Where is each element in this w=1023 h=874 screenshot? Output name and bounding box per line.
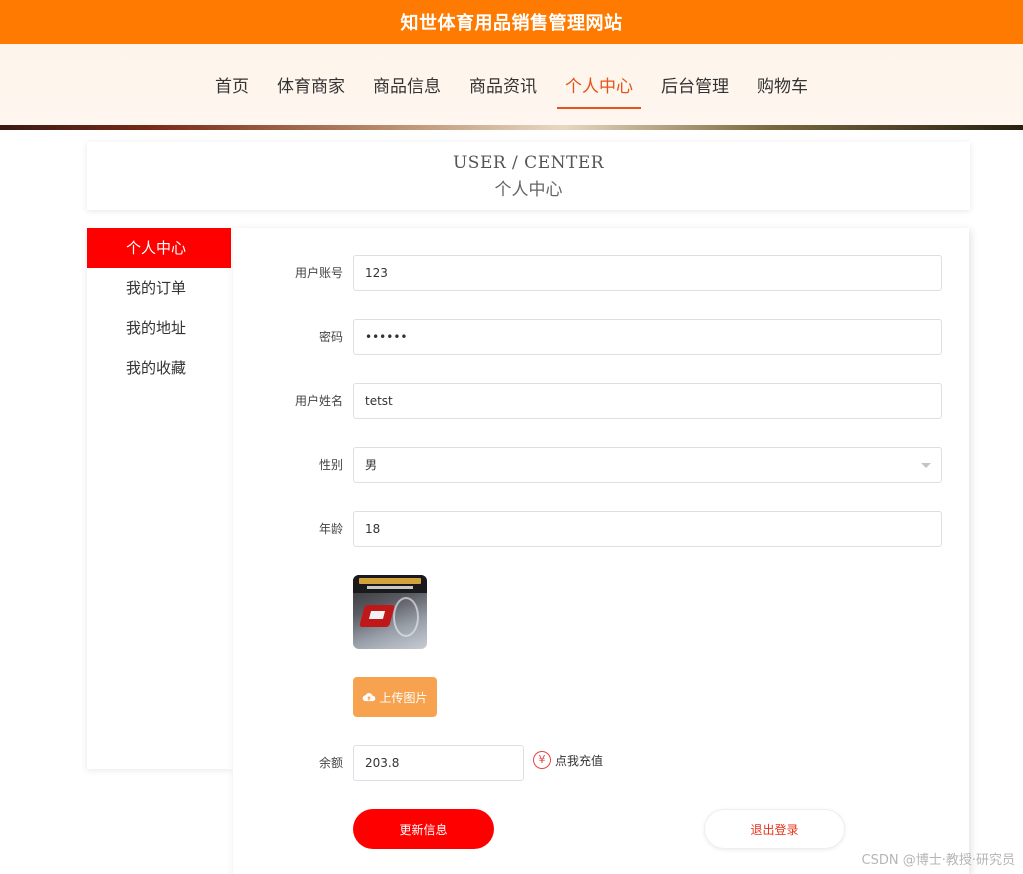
site-title: 知世体育用品销售管理网站: [400, 13, 623, 34]
user-center-sidebar: 个人中心 我的订单 我的地址 我的收藏: [87, 228, 233, 769]
logout-button[interactable]: 退出登录: [704, 809, 845, 849]
age-row: 年龄: [233, 511, 969, 547]
profile-form-panel: 用户账号 密码 •••••• 用户姓名 性别 男 年龄 上传图片 余额: [233, 228, 969, 874]
cloud-upload-icon: [363, 693, 376, 702]
nav-item-products[interactable]: 商品信息: [359, 67, 455, 107]
top-header-bar: 知世体育用品销售管理网站: [0, 0, 1023, 44]
upload-image-button[interactable]: 上传图片: [353, 677, 437, 717]
recharge-link[interactable]: ¥ 点我充值: [533, 751, 603, 769]
account-input[interactable]: [353, 255, 942, 291]
password-row: 密码 ••••••: [233, 319, 969, 355]
sidebar-item-favorites[interactable]: 我的收藏: [87, 348, 233, 388]
main-navigation: 首页 体育商家 商品信息 商品资讯 个人中心 后台管理 购物车: [0, 44, 1023, 130]
name-label: 用户姓名: [294, 394, 343, 408]
update-info-button[interactable]: 更新信息: [353, 809, 494, 849]
nav-item-admin[interactable]: 后台管理: [647, 67, 743, 107]
nav-item-news[interactable]: 商品资讯: [455, 67, 551, 107]
recharge-label: 点我充值: [555, 753, 604, 768]
page-title-chinese: 个人中心: [494, 180, 563, 200]
gender-selected-value: 男: [365, 458, 378, 472]
nav-item-merchants[interactable]: 体育商家: [263, 67, 359, 107]
gender-label: 性别: [318, 458, 343, 472]
csdn-watermark: CSDN @博士·教授·研究员: [861, 853, 1015, 868]
name-input[interactable]: [353, 383, 942, 419]
name-row: 用户姓名: [233, 383, 969, 419]
password-label: 密码: [318, 330, 343, 344]
page-title-english: USER / CENTER: [452, 153, 605, 173]
account-row: 用户账号: [233, 255, 969, 291]
sidebar-item-orders[interactable]: 我的订单: [87, 268, 233, 308]
account-label: 用户账号: [294, 266, 343, 280]
password-input[interactable]: ••••••: [353, 319, 942, 355]
page-title-banner: USER / CENTER 个人中心: [87, 142, 970, 210]
gender-row: 性别 男: [233, 447, 969, 483]
decorative-banner-strip: [0, 125, 1023, 130]
age-label: 年龄: [318, 522, 343, 536]
nav-item-cart[interactable]: 购物车: [743, 67, 822, 107]
balance-input[interactable]: [353, 745, 524, 781]
gender-select[interactable]: 男: [353, 447, 942, 483]
sidebar-item-user-center[interactable]: 个人中心: [87, 228, 231, 268]
chevron-down-icon: [921, 463, 931, 468]
age-input[interactable]: [353, 511, 942, 547]
upload-button-label: 上传图片: [379, 690, 428, 705]
nav-item-user-center[interactable]: 个人中心: [551, 67, 647, 109]
nav-item-home[interactable]: 首页: [201, 67, 263, 107]
balance-label: 余额: [318, 756, 343, 770]
yen-icon: ¥: [533, 751, 551, 769]
avatar-image: [353, 575, 427, 649]
sidebar-item-addresses[interactable]: 我的地址: [87, 308, 233, 348]
